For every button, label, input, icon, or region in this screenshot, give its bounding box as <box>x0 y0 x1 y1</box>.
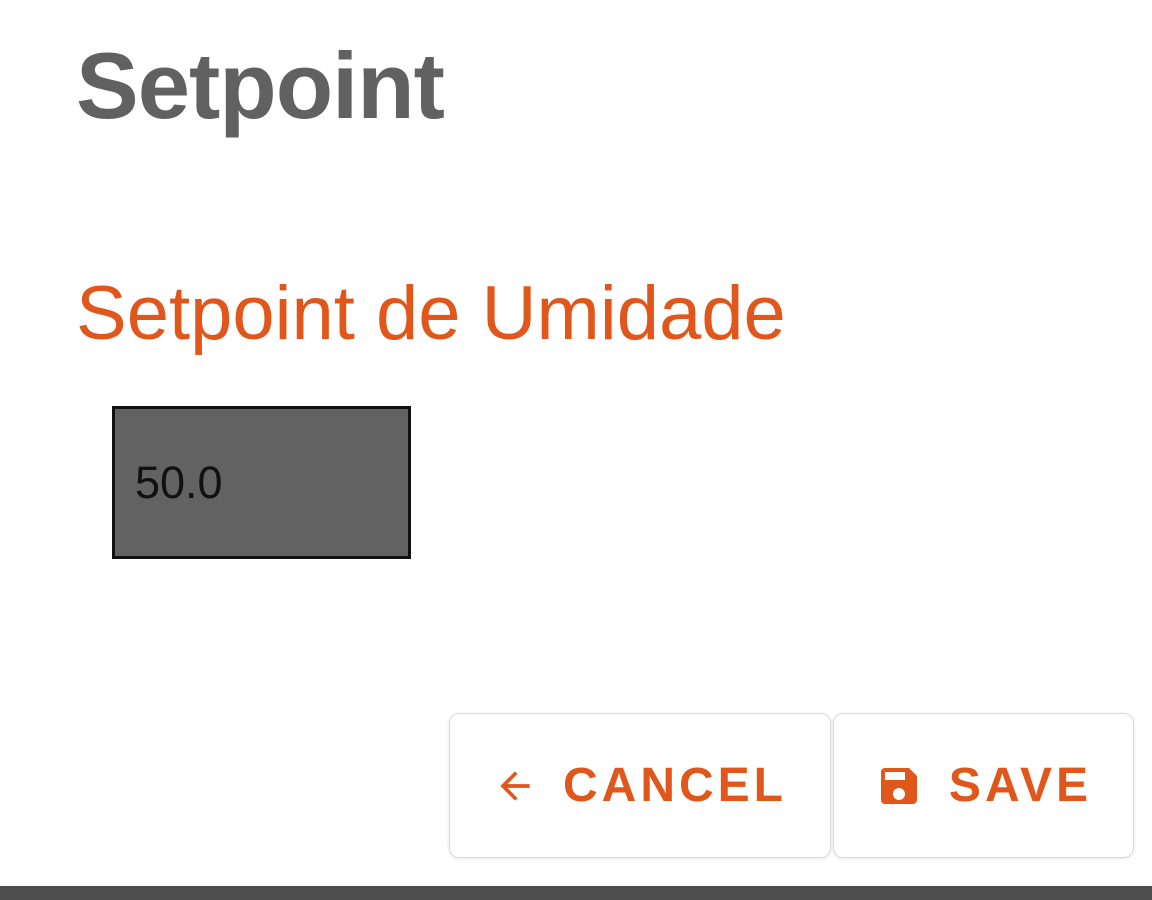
cancel-button[interactable]: CANCEL <box>449 713 831 858</box>
floppy-disk-icon <box>875 762 923 810</box>
save-button-label: SAVE <box>948 759 1093 812</box>
humidity-setpoint-input[interactable] <box>112 406 411 559</box>
cancel-button-label: CANCEL <box>563 759 787 812</box>
save-button[interactable]: SAVE <box>833 713 1134 858</box>
humidity-setpoint-label: Setpoint de Umidade <box>76 271 786 356</box>
arrow-left-icon <box>493 764 537 808</box>
setpoint-dialog: Setpoint Setpoint de Umidade CANCEL SAVE <box>0 0 1152 886</box>
dialog-title: Setpoint <box>76 33 445 138</box>
background-page-strip <box>0 886 1152 900</box>
